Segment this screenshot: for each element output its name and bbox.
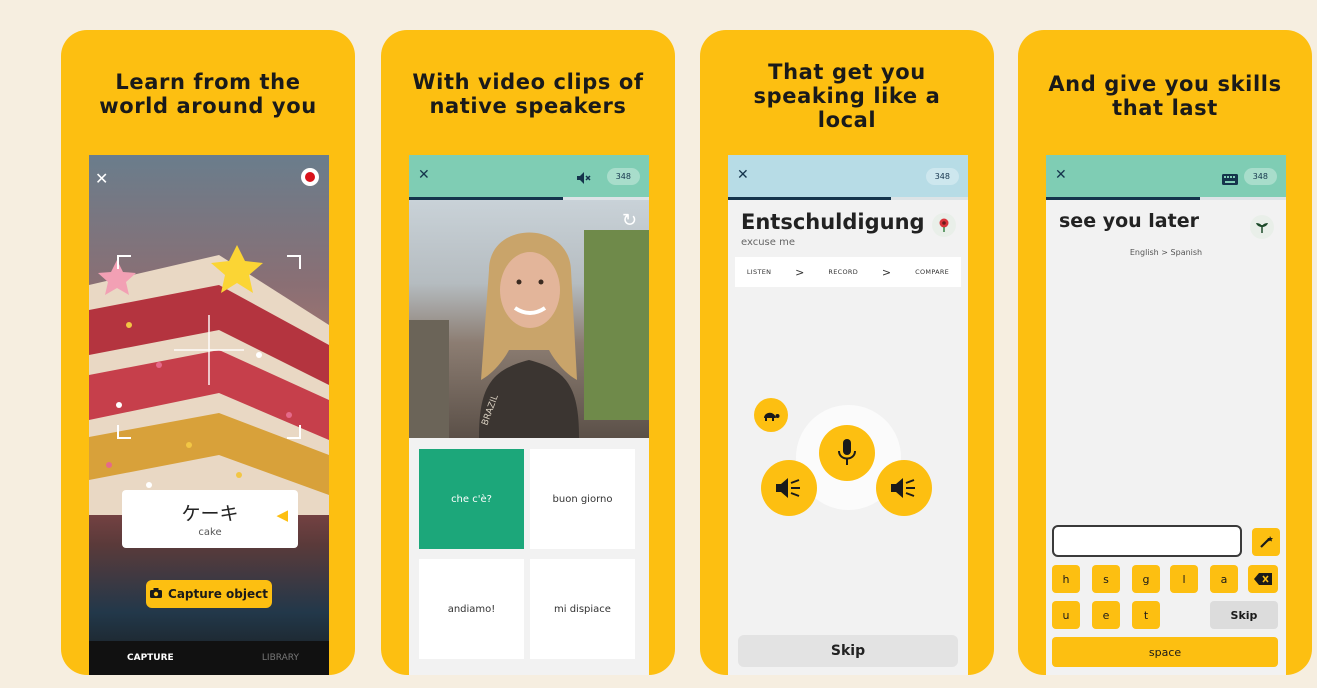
step-compare: COMPARE — [915, 268, 950, 276]
frame-corner — [117, 255, 131, 269]
answer-input[interactable] — [1052, 525, 1242, 557]
video-quiz-screen: ✕ 348 BRAZIL ↻ che c'è? buon giorno andi… — [409, 155, 649, 675]
camera-icon — [150, 587, 163, 601]
record-icon[interactable] — [301, 168, 319, 186]
speaker-icon[interactable] — [761, 460, 817, 516]
answer-option[interactable]: che c'è? — [419, 449, 524, 549]
prompt-phrase: see you later — [1059, 210, 1199, 232]
language-direction: English > Spanish — [1129, 248, 1203, 257]
step-indicator: LISTEN > RECORD > COMPARE — [735, 257, 961, 287]
microphone-icon[interactable] — [819, 425, 875, 481]
keyboard-key[interactable]: a — [1210, 565, 1238, 593]
label-translation: cake — [198, 527, 222, 538]
step-listen: LISTEN — [746, 268, 772, 276]
frame-corner — [287, 255, 301, 269]
camera-screen: ✕ ケーキ cake ◀︎ Capture object CAPTURE LIB… — [89, 155, 329, 675]
keyboard-key[interactable]: g — [1132, 565, 1160, 593]
target-word: Entschuldigung — [741, 210, 925, 234]
lesson-progress — [728, 197, 968, 200]
mute-icon[interactable] — [577, 169, 591, 188]
promo-card-learn: Learn from the world around you ✕ ケーキ ca… — [61, 30, 355, 675]
close-icon[interactable]: ✕ — [737, 167, 749, 183]
turtle-icon[interactable] — [754, 398, 788, 432]
score-pill: 348 — [606, 168, 640, 185]
keyboard-key[interactable]: h — [1052, 565, 1080, 593]
promo-card-video: With video clips of native speakers ✕ 34… — [381, 30, 675, 675]
tab-capture[interactable]: CAPTURE — [127, 653, 174, 663]
card-title: With video clips of native speakers — [412, 70, 644, 118]
backspace-icon[interactable] — [1248, 565, 1278, 593]
close-icon[interactable]: ✕ — [418, 167, 430, 183]
card-title: And give you skills that last — [1048, 72, 1282, 120]
card-title: That get you speaking like a local — [753, 60, 941, 132]
close-icon[interactable]: ✕ — [95, 169, 108, 188]
pronunciation-screen: ✕ 348 Entschuldigung excuse me LISTEN > … — [728, 155, 968, 675]
answer-options: che c'è? buon giorno andiamo! mi dispiac… — [419, 449, 639, 659]
magic-wand-icon[interactable] — [1252, 528, 1280, 556]
typing-screen: ✕ 348 see you later English > Spanish h … — [1046, 155, 1286, 675]
score-pill: 348 — [1243, 168, 1277, 185]
promo-card-speaking: That get you speaking like a local ✕ 348… — [700, 30, 994, 675]
lesson-header: ✕ 348 — [1046, 155, 1286, 197]
tab-library[interactable]: LIBRARY — [262, 653, 299, 663]
frame-corner — [117, 425, 131, 439]
chevron-right-icon: > — [881, 265, 892, 279]
camera-tabs: CAPTURE LIBRARY — [89, 641, 329, 675]
speaker-icon[interactable]: ◀︎ — [276, 506, 288, 524]
label-word: ケーキ — [181, 503, 239, 525]
crosshair — [174, 349, 244, 351]
keyboard-key[interactable]: t — [1132, 601, 1160, 629]
skip-button[interactable]: Skip — [738, 635, 958, 667]
promo-card-skills: And give you skills that last ✕ 348 see … — [1018, 30, 1312, 675]
lesson-progress — [1046, 197, 1286, 200]
score-pill: 348 — [925, 168, 959, 185]
capture-object-button[interactable]: Capture object — [146, 580, 272, 608]
speaker-icon[interactable] — [876, 460, 932, 516]
space-key[interactable]: space — [1052, 637, 1278, 667]
answer-option[interactable]: buon giorno — [530, 449, 635, 549]
speaker-video-frame: BRAZIL — [409, 230, 649, 438]
video-clip[interactable]: BRAZIL ↻ — [409, 200, 649, 438]
replay-icon[interactable]: ↻ — [622, 210, 637, 231]
lesson-header: ✕ 348 — [409, 155, 649, 197]
flower-badge-icon — [932, 213, 956, 237]
keyboard-icon[interactable] — [1222, 170, 1238, 189]
keyboard-key[interactable]: s — [1092, 565, 1120, 593]
frame-corner — [287, 425, 301, 439]
keyboard-key[interactable]: l — [1170, 565, 1198, 593]
lesson-header: ✕ 348 — [728, 155, 968, 197]
word-translation: excuse me — [741, 237, 795, 248]
skip-button[interactable]: Skip — [1210, 601, 1278, 629]
card-title: Learn from the world around you — [99, 70, 317, 118]
keyboard-key[interactable]: e — [1092, 601, 1120, 629]
step-record: RECORD — [828, 268, 859, 276]
plant-badge-icon — [1250, 215, 1274, 239]
close-icon[interactable]: ✕ — [1055, 167, 1067, 183]
object-label-card[interactable]: ケーキ cake ◀︎ — [122, 490, 298, 548]
answer-option[interactable]: andiamo! — [419, 559, 524, 659]
chevron-right-icon: > — [795, 265, 805, 279]
answer-option[interactable]: mi dispiace — [530, 559, 635, 659]
keyboard-key[interactable]: u — [1052, 601, 1080, 629]
